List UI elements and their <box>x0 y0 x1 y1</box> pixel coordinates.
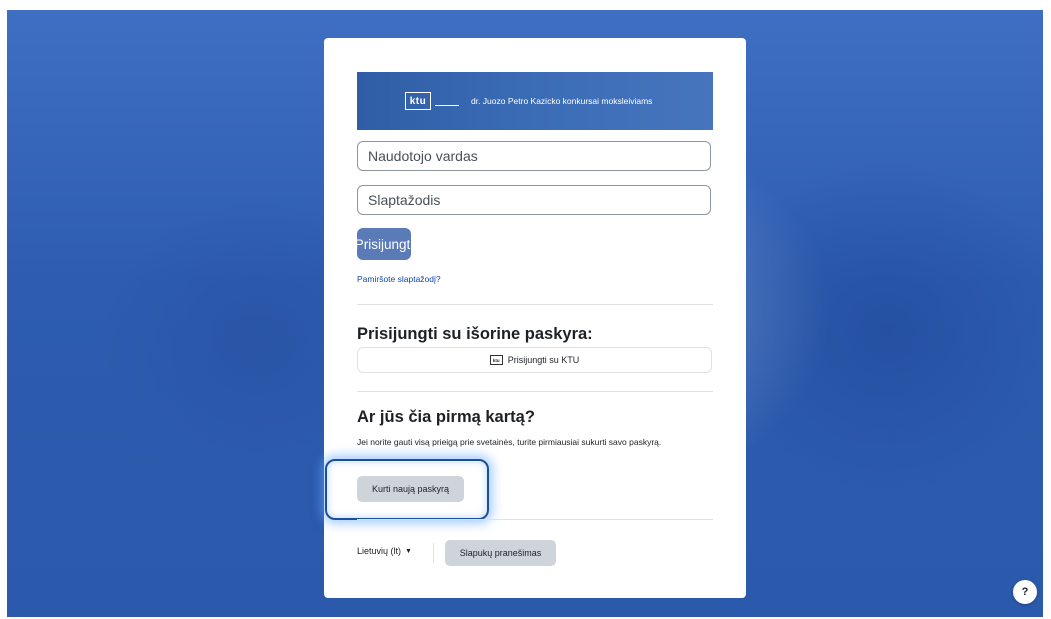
divider <box>357 304 713 305</box>
language-label: Lietuvių (lt) <box>357 546 402 556</box>
username-input[interactable] <box>357 141 711 171</box>
ktu-logo: ktu <box>405 92 431 110</box>
divider <box>357 391 713 392</box>
ktu-icon: ktu <box>489 355 503 365</box>
create-account-button[interactable]: Kurti naują paskyrą <box>357 476 464 502</box>
logo-subtitle-mark <box>435 97 459 106</box>
login-button[interactable]: Prisijungti <box>355 228 413 260</box>
login-card: ktu dr. Juozo Petro Kazicko konkursai mo… <box>324 38 746 598</box>
ktu-login-button[interactable]: ktu Prisijungti su KTU <box>357 347 712 373</box>
site-banner: ktu dr. Juozo Petro Kazicko konkursai mo… <box>357 72 713 130</box>
banner-title: dr. Juozo Petro Kazicko konkursai moksle… <box>471 96 653 106</box>
help-button[interactable]: ? <box>1013 580 1037 604</box>
chevron-down-icon: ▼ <box>405 547 412 555</box>
divider <box>357 519 713 520</box>
external-login-heading: Prisijungti su išorine paskyra: <box>357 325 593 343</box>
signup-heading: Ar jūs čia pirmą kartą? <box>357 408 535 426</box>
language-selector[interactable]: Lietuvių (lt) ▼ <box>357 546 412 556</box>
footer-separator <box>433 543 434 563</box>
ktu-login-label: Prisijungti su KTU <box>507 355 580 365</box>
signup-description: Jei norite gauti visą prieigą prie sveta… <box>357 437 662 447</box>
forgot-password-link[interactable]: Pamiršote slaptažodį? <box>357 274 441 284</box>
cookies-notice-button[interactable]: Slapukų pranešimas <box>445 540 556 566</box>
password-input[interactable] <box>357 185 711 215</box>
